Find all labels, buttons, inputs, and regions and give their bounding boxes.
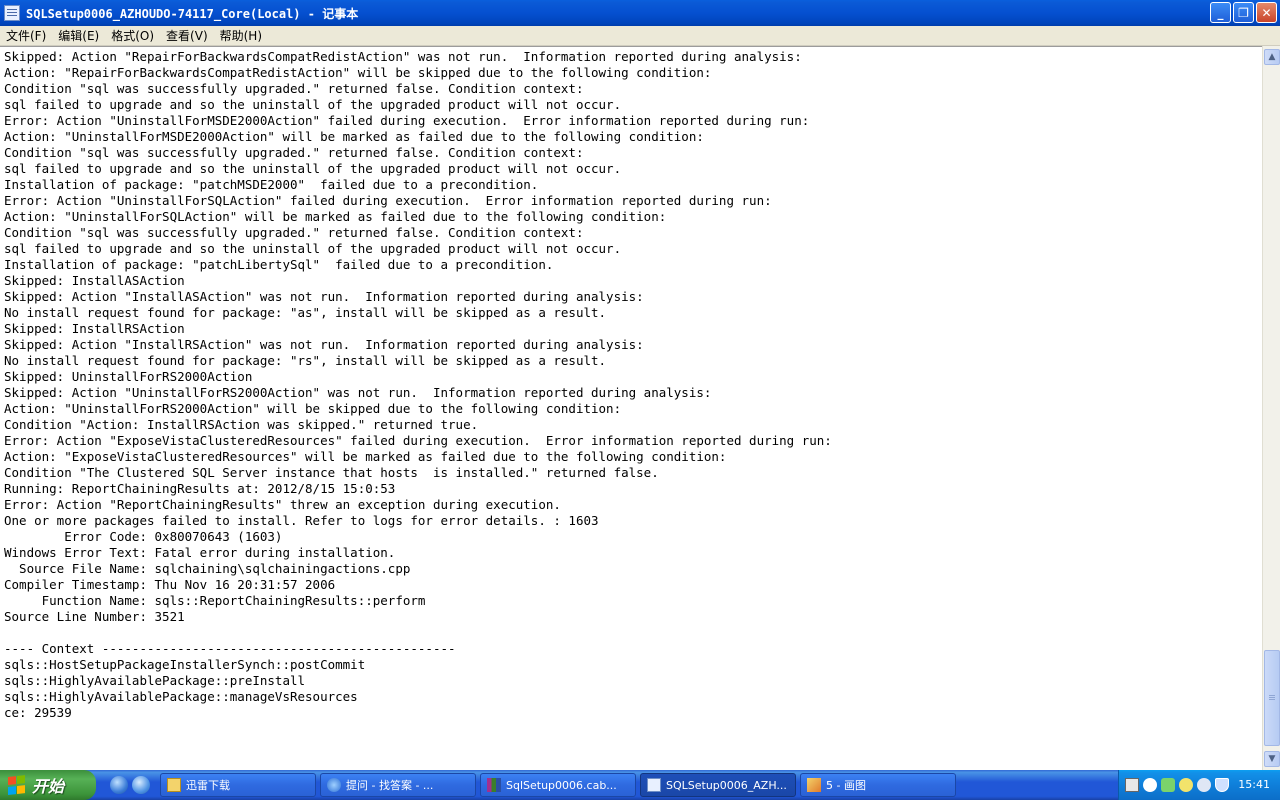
notepad-icon bbox=[4, 5, 20, 21]
maximize-button[interactable]: ❐ bbox=[1233, 2, 1254, 23]
notepad-icon bbox=[647, 778, 661, 792]
winrar-icon bbox=[487, 778, 501, 792]
network-icon[interactable] bbox=[1161, 778, 1175, 792]
taskbar-item-ie[interactable]: 提问 - 找答案 - ... bbox=[320, 773, 476, 797]
taskbar-item-paint[interactable]: 5 - 画图 bbox=[800, 773, 956, 797]
quicklaunch-ie-icon[interactable] bbox=[132, 776, 150, 794]
menu-view[interactable]: 查看(V) bbox=[160, 27, 214, 44]
ie-icon bbox=[327, 778, 341, 792]
scroll-down-button[interactable]: ▼ bbox=[1264, 751, 1280, 767]
menu-format[interactable]: 格式(O) bbox=[105, 27, 160, 44]
security-shield-icon[interactable] bbox=[1215, 778, 1229, 792]
text-editor[interactable]: Skipped: Action "RepairForBackwardsCompa… bbox=[0, 46, 1262, 770]
minimize-button[interactable]: _ bbox=[1210, 2, 1231, 23]
taskbar-item-xunlei[interactable]: 迅雷下载 bbox=[160, 773, 316, 797]
vertical-scrollbar[interactable]: ▲ ▼ bbox=[1262, 46, 1280, 770]
volume-icon[interactable] bbox=[1197, 778, 1211, 792]
menu-file[interactable]: 文件(F) bbox=[0, 27, 52, 44]
taskbar-item-notepad[interactable]: SQLSetup0006_AZH... bbox=[640, 773, 796, 797]
window-controls: _ ❐ ✕ bbox=[1210, 2, 1277, 23]
close-button[interactable]: ✕ bbox=[1256, 2, 1277, 23]
menu-help[interactable]: 帮助(H) bbox=[214, 27, 268, 44]
taskbar: 开始 迅雷下载 提问 - 找答案 - ... SqlSetup0006.cab.… bbox=[0, 770, 1280, 800]
clock[interactable]: 15:41 bbox=[1238, 778, 1270, 791]
taskbar-item-winrar[interactable]: SqlSetup0006.cab... bbox=[480, 773, 636, 797]
wireless-icon[interactable] bbox=[1179, 778, 1193, 792]
menu-edit[interactable]: 编辑(E) bbox=[52, 27, 105, 44]
tray-expand-icon[interactable] bbox=[1143, 778, 1157, 792]
menu-bar: 文件(F) 编辑(E) 格式(O) 查看(V) 帮助(H) bbox=[0, 26, 1280, 46]
window-title: SQLSetup0006_AZHOUDO-74117_Core(Local) -… bbox=[26, 6, 359, 21]
start-label: 开始 bbox=[32, 777, 65, 796]
quicklaunch-globe-icon[interactable] bbox=[110, 776, 128, 794]
system-tray: 15:41 bbox=[1118, 770, 1280, 800]
scroll-thumb[interactable] bbox=[1264, 650, 1280, 746]
document-text[interactable]: Skipped: Action "RepairForBackwardsCompa… bbox=[0, 47, 1262, 721]
windows-logo-icon bbox=[8, 775, 26, 795]
folder-icon bbox=[167, 778, 181, 792]
scroll-up-button[interactable]: ▲ bbox=[1264, 49, 1280, 65]
paint-icon bbox=[807, 778, 821, 792]
start-button[interactable]: 开始 bbox=[0, 770, 96, 800]
title-bar[interactable]: SQLSetup0006_AZHOUDO-74117_Core(Local) -… bbox=[0, 0, 1280, 26]
keyboard-icon[interactable] bbox=[1125, 778, 1139, 792]
